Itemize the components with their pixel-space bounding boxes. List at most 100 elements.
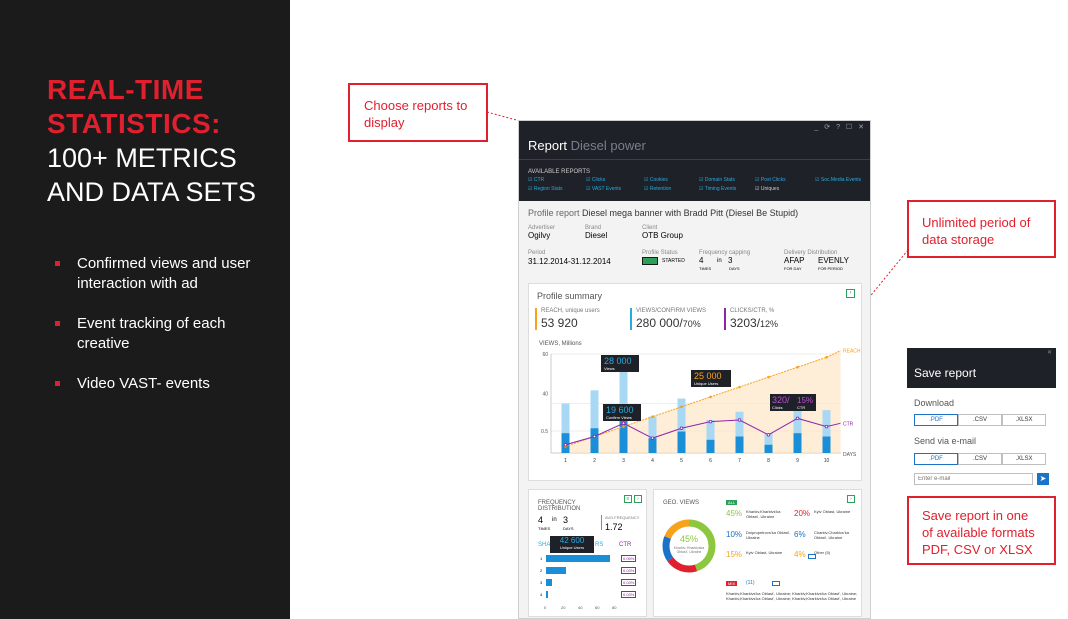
tooltip-ctr-label: CTR [797, 405, 805, 410]
freq-cap-days: 3 [728, 256, 733, 265]
share-label-end: RS [595, 542, 604, 548]
report-checkbox-post-clicks[interactable]: ☑ Post Clicks [755, 177, 786, 183]
freq-settings-icon[interactable]: ≡ [624, 495, 632, 503]
geo-views-card: GEO. VIEWS › ALL 45% Kharkiv, Kharkivska… [653, 489, 862, 617]
x-tick-label: 6 [709, 458, 712, 464]
for-day-label: FOR DAY [784, 266, 802, 271]
report-checkbox-region-stats[interactable]: ☑ Region Stats [528, 186, 563, 192]
report-checkbox-timing-events[interactable]: ☑ Timing Events [699, 186, 736, 192]
freq-axis-tick: 20 [561, 605, 566, 610]
freq-row-label: 1 [540, 556, 543, 561]
report-checkbox-vast-events[interactable]: ☑ VAST Events [586, 186, 621, 192]
status-toggle[interactable] [642, 257, 658, 265]
status-label: Profile Status [642, 250, 678, 256]
bar-confirm-4 [648, 438, 657, 453]
geo-expand-icon[interactable] [772, 581, 780, 586]
freq-days: 3 [563, 515, 569, 525]
download-csv-button[interactable]: .CSV [958, 414, 1002, 426]
email-pdf-button[interactable]: .PDF [914, 453, 958, 465]
send-icon[interactable]: ➤ [1037, 473, 1049, 485]
tooltip-confirm-label: Confirm Views [606, 415, 632, 420]
x-tick-label: 1 [564, 458, 567, 464]
freq-dist-title: FREQUENCY DISTRIBUTION [538, 500, 581, 512]
close-icon[interactable]: ✕ [1047, 349, 1052, 356]
email-xlsx-button[interactable]: .XLSX [1002, 453, 1046, 465]
tooltip-clicks-value: 320/ [772, 395, 790, 405]
tooltip-confirm-value: 19 600 [606, 405, 634, 415]
freq-axis-tick: 40 [578, 605, 583, 610]
callout-choose-reports: Choose reports to display [348, 83, 488, 142]
geo-region-name: Kyiv Oblast, Ukraine [814, 509, 851, 514]
report-window: _ ⟳ ? ☐ ✕ Report Diesel power AVAILABLE … [518, 120, 871, 619]
export-icon[interactable]: › [846, 289, 855, 298]
report-checkbox-domain-stats[interactable]: ☑ Domain Stats [699, 177, 735, 183]
y-tick-label: 40 [542, 392, 548, 398]
geo-all-badge[interactable]: ALL [726, 500, 738, 505]
reach-point-8 [767, 375, 770, 379]
report-checkbox-ctr[interactable]: ☑ CTR [528, 177, 544, 183]
ctr-point-10 [824, 424, 829, 429]
ctr-point-6 [708, 419, 713, 424]
geo-mix-badge[interactable]: MIX [726, 581, 738, 586]
x-tick-label: 2 [593, 458, 596, 464]
freq-cap-times-label: TIMES [699, 266, 712, 271]
geo-percent: 45% [726, 509, 743, 518]
download-pdf-button[interactable]: .PDF [914, 414, 958, 426]
profile-heading: Profile report Diesel mega banner with B… [528, 208, 798, 218]
freq-export-icon[interactable]: › [634, 495, 642, 503]
report-checkbox-clicks[interactable]: ☑ Clicks [586, 177, 605, 183]
geo-percent: 4% [794, 550, 806, 559]
report-checkbox-soc-media-events[interactable]: ☑ Soc.Media Events [815, 177, 861, 183]
ctr-line-label: CTR [843, 421, 854, 427]
download-xlsx-button[interactable]: .XLSX [1002, 414, 1046, 426]
clicks-value: 3203/12% [730, 316, 778, 330]
donut-percent: 45% [679, 534, 698, 544]
bar-confirm-6 [706, 439, 715, 453]
callout-unlimited-storage: Unlimited period of data storage [907, 200, 1056, 258]
download-label: Download [914, 398, 955, 408]
freq-bar-2 [546, 567, 566, 574]
freq-axis-tick: 80 [612, 605, 617, 610]
save-title: Save report [914, 366, 977, 380]
x-tick-label: 7 [738, 458, 741, 464]
save-header: ✕ Save report [907, 348, 1056, 388]
reach-point-3 [622, 425, 625, 428]
email-input[interactable] [914, 473, 1033, 485]
freq-tooltip: 42 600 Unique Users [550, 536, 594, 553]
geo-export-icon[interactable]: › [847, 495, 855, 503]
bar-confirm-10 [822, 436, 831, 453]
frequency-card: FREQUENCY DISTRIBUTION › ≡ 4 in 3 TIMES … [528, 489, 647, 617]
reach-point-7 [738, 385, 741, 389]
profile-name: Diesel mega banner with Bradd Pitt (Dies… [582, 208, 799, 218]
geo-percent: 6% [794, 530, 806, 539]
report-checkbox-cookies[interactable]: ☑ Cookies [644, 177, 668, 183]
ctr-point-3 [621, 421, 626, 425]
tooltip-unique-label: Unique Users [694, 381, 718, 386]
callout-save-formats: Save report in one of available formats … [907, 496, 1056, 565]
window-title: Report Diesel power [528, 138, 646, 153]
bar-confirm-2 [590, 428, 599, 453]
report-checkbox-uniques[interactable]: ☑ Uniques [755, 186, 779, 192]
donut-label: Kharkiv, Kharkivska Oblast', Ukraine [673, 546, 705, 554]
ctr-point-4 [650, 436, 655, 440]
profile-label: Profile report [528, 208, 580, 218]
clicks-label: CLICKS/CTR, % [730, 308, 775, 314]
email-csv-button[interactable]: .CSV [958, 453, 1002, 465]
report-checkbox-retention[interactable]: ☑ Retention [644, 186, 671, 192]
reach-point-10 [825, 356, 828, 359]
geo-region-name: Other (5) [814, 550, 831, 555]
views-chart: 0.5 40 60 REACH CTR 1 2 3 4 5 6 7 8 9 10 DAYS 28 000View… [541, 349, 861, 464]
header-divider [519, 159, 870, 160]
freq-times: 4 [538, 515, 544, 525]
window-controls[interactable]: _ ⟳ ? ☐ ✕ [814, 123, 866, 131]
reach-point-6 [709, 395, 712, 399]
freq-tooltip-label: Unique Users [559, 545, 585, 550]
x-tick-label: 3 [622, 458, 625, 464]
reach-point-4 [651, 415, 654, 418]
email-label: Send via e-mail [914, 436, 977, 446]
client-value: OTB Group [642, 231, 683, 240]
freq-cap-days-label: DAYS [729, 266, 740, 271]
chart-ylabel: VIEWS, Millions [539, 341, 582, 347]
freq-in: in [552, 517, 557, 523]
reach-point-5 [680, 405, 683, 409]
